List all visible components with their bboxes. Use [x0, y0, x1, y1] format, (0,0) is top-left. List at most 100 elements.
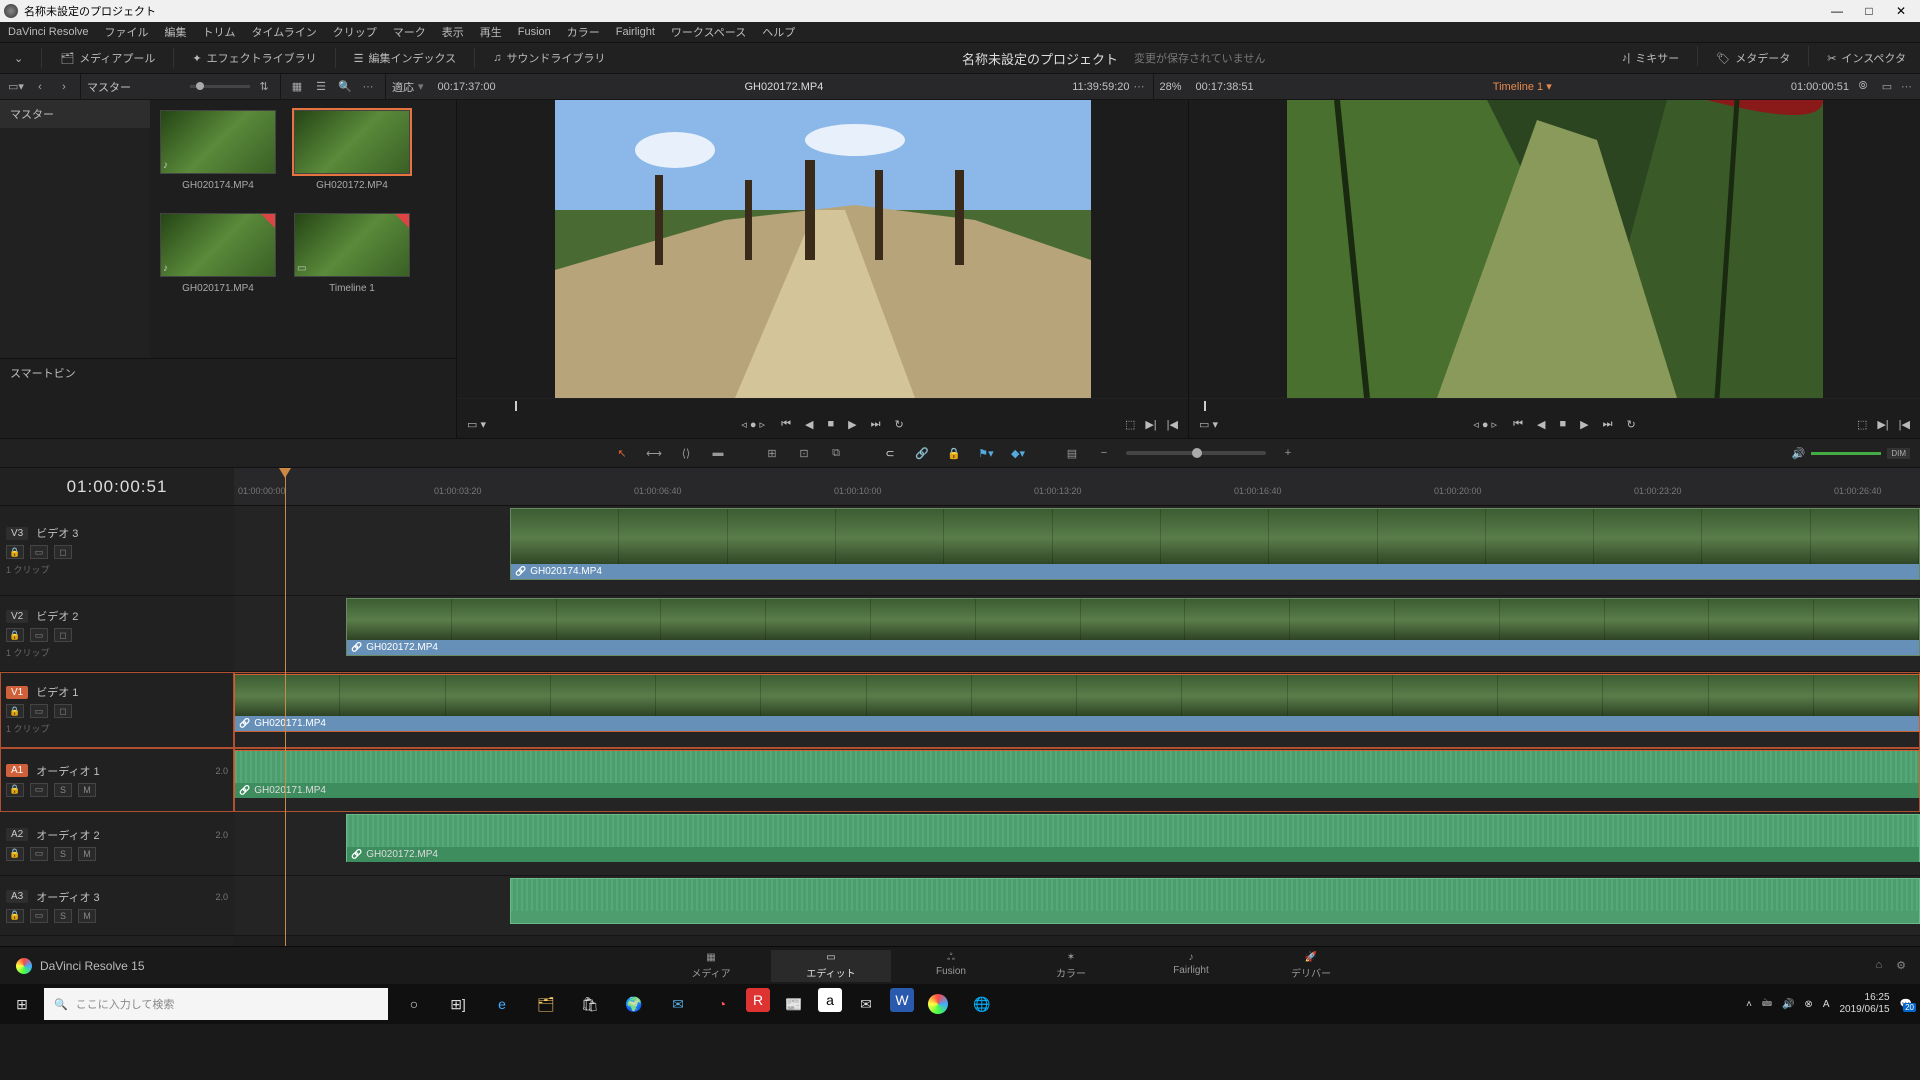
volume-tray-icon[interactable]: 🔊: [1782, 999, 1794, 1010]
source-clip-name[interactable]: GH020172.MP4: [500, 81, 1069, 93]
playhead[interactable]: [285, 468, 286, 946]
prev-edit-icon[interactable]: |◀: [1899, 418, 1910, 431]
more-icon[interactable]: ⋯: [359, 77, 379, 97]
list-view-icon[interactable]: ☰: [311, 77, 331, 97]
single-viewer-icon[interactable]: ▭: [1877, 77, 1897, 97]
metadata-button[interactable]: 🏷メタデータ: [1708, 46, 1798, 70]
breadcrumb-master[interactable]: マスター: [87, 79, 131, 95]
page-edit[interactable]: ▭エディット: [771, 950, 891, 982]
menu-item[interactable]: トリム: [203, 24, 236, 40]
clip-item[interactable]: GH020172.MP4: [294, 110, 410, 191]
arrow-tool-icon[interactable]: ↖: [612, 447, 632, 460]
nav-fwd[interactable]: ›: [54, 77, 74, 97]
source-scrubber[interactable]: [457, 398, 1188, 410]
track-head-a2[interactable]: A2オーディオ 22.0 🔒▭SM: [0, 812, 234, 876]
replace-icon[interactable]: |◀: [1167, 418, 1178, 431]
audio-track-1[interactable]: GH020171.MP4: [234, 748, 1920, 812]
lock-icon[interactable]: 🔒: [6, 909, 24, 923]
match-frame-icon[interactable]: ◃ ● ▹: [1473, 418, 1497, 431]
sort-button[interactable]: ⇅: [254, 77, 274, 97]
play-icon[interactable]: ▶: [1580, 418, 1588, 431]
audio-clip[interactable]: [510, 878, 1920, 924]
menu-item[interactable]: ファイル: [105, 24, 149, 40]
first-frame-icon[interactable]: ⏮: [781, 418, 791, 431]
timeline-ruler[interactable]: 01:00:00:00 01:00:03:20 01:00:06:40 01:0…: [234, 468, 1920, 506]
mute-button[interactable]: M: [78, 847, 96, 861]
menu-item[interactable]: Fairlight: [616, 26, 655, 38]
match-frame-icon[interactable]: ◃ ● ▹: [741, 418, 765, 431]
fit-dropdown[interactable]: 適応: [392, 79, 414, 95]
app-icon[interactable]: ◔: [702, 988, 742, 1020]
last-frame-icon[interactable]: ⏭: [871, 418, 881, 431]
speaker-icon[interactable]: 🔊: [1792, 447, 1806, 460]
editindex-button[interactable]: ☰ 編集インデックス: [346, 46, 465, 70]
stop-icon[interactable]: ■: [827, 418, 834, 430]
loop-icon[interactable]: ↻: [895, 418, 904, 431]
dynamic-trim-icon[interactable]: ⟨⟩: [676, 447, 696, 460]
blade-tool-icon[interactable]: ▬: [708, 447, 728, 459]
audio-track-2[interactable]: GH020172.MP4: [234, 812, 1920, 876]
source-more[interactable]: ⋯: [1134, 80, 1147, 93]
zoom-out-icon[interactable]: −: [1094, 447, 1114, 459]
menu-item[interactable]: タイムライン: [252, 24, 317, 40]
app-icon[interactable]: ✉: [846, 988, 886, 1020]
auto-select-icon[interactable]: ▭: [30, 545, 48, 559]
network-tray-icon[interactable]: ⊗: [1804, 999, 1812, 1010]
page-media[interactable]: ▦メディア: [651, 950, 771, 982]
explorer-icon[interactable]: 🗂: [526, 988, 566, 1020]
cortana-icon[interactable]: ○: [394, 988, 434, 1020]
taskview-icon[interactable]: ⊞]: [438, 988, 478, 1020]
clip-item[interactable]: ♪ GH020171.MP4: [160, 213, 276, 294]
flag-dropdown[interactable]: ⚑▾: [976, 447, 996, 460]
insert-clip-icon[interactable]: ⊞: [762, 447, 782, 460]
disable-icon[interactable]: ◻: [54, 628, 72, 642]
chrome-icon[interactable]: 🌐: [962, 988, 1002, 1020]
video-clip[interactable]: GH020171.MP4: [234, 674, 1920, 732]
trim-tool-icon[interactable]: ⟷: [644, 447, 664, 460]
taskbar-search[interactable]: 🔍 ここに入力して検索: [44, 988, 388, 1020]
page-fusion[interactable]: ஃFusion: [891, 950, 1011, 982]
auto-select-icon[interactable]: ▭: [30, 628, 48, 642]
last-frame-icon[interactable]: ⏭: [1603, 418, 1613, 431]
menu-item[interactable]: ヘルプ: [762, 24, 795, 40]
snap-icon[interactable]: ⊂: [880, 447, 900, 460]
arm-icon[interactable]: ▭: [30, 909, 48, 923]
start-button[interactable]: ⊞: [0, 996, 44, 1013]
record-more[interactable]: ⋯: [1901, 80, 1914, 93]
play-icon[interactable]: ▶: [848, 418, 856, 431]
notifications-icon[interactable]: 💬20: [1900, 999, 1912, 1010]
timeline-view-icon[interactable]: ▤: [1062, 447, 1082, 460]
volume-slider[interactable]: [1811, 452, 1881, 455]
resolve-taskbar-icon[interactable]: [918, 988, 958, 1020]
disable-icon[interactable]: ◻: [54, 545, 72, 559]
bypass-icon[interactable]: ⦾: [1853, 77, 1873, 97]
app-icon[interactable]: 🌍: [614, 988, 654, 1020]
app-icon[interactable]: 📰: [774, 988, 814, 1020]
menu-item[interactable]: マーク: [393, 24, 426, 40]
edge-icon[interactable]: e: [482, 988, 522, 1020]
layout-toggle[interactable]: ▭▾: [6, 77, 26, 97]
mute-button[interactable]: M: [78, 783, 96, 797]
menu-item[interactable]: ワークスペース: [671, 24, 746, 40]
word-icon[interactable]: W: [890, 988, 914, 1012]
timeline-body[interactable]: 01:00:00:00 01:00:03:20 01:00:06:40 01:0…: [234, 468, 1920, 946]
solo-button[interactable]: S: [54, 847, 72, 861]
video-track-1[interactable]: GH020171.MP4: [234, 672, 1920, 748]
record-scrubber[interactable]: [1189, 398, 1920, 410]
inspector-button[interactable]: ✂インスペクタ: [1819, 46, 1914, 70]
overwrite-icon[interactable]: ⬚: [1125, 418, 1135, 431]
tree-master[interactable]: マスター: [0, 100, 150, 128]
mediapool-button[interactable]: 🗂 メディアプール: [52, 46, 163, 70]
overwrite-clip-icon[interactable]: ⊡: [794, 447, 814, 460]
smartbin-header[interactable]: スマートビン: [0, 358, 456, 387]
link-icon[interactable]: 🔗: [912, 447, 932, 460]
zoom-percent[interactable]: 28%: [1160, 81, 1182, 93]
thumb-size-slider[interactable]: [190, 85, 250, 88]
timeline-dropdown[interactable]: Timeline 1 ▾: [1258, 80, 1787, 93]
menu-item[interactable]: Fusion: [518, 26, 551, 38]
loop-icon[interactable]: ↻: [1627, 418, 1636, 431]
auto-select-icon[interactable]: ▭: [30, 704, 48, 718]
play-reverse-icon[interactable]: ◀: [805, 418, 813, 431]
replace-clip-icon[interactable]: ⧉: [826, 447, 846, 460]
viewer-mode-dropdown[interactable]: ▭ ▾: [467, 418, 486, 431]
